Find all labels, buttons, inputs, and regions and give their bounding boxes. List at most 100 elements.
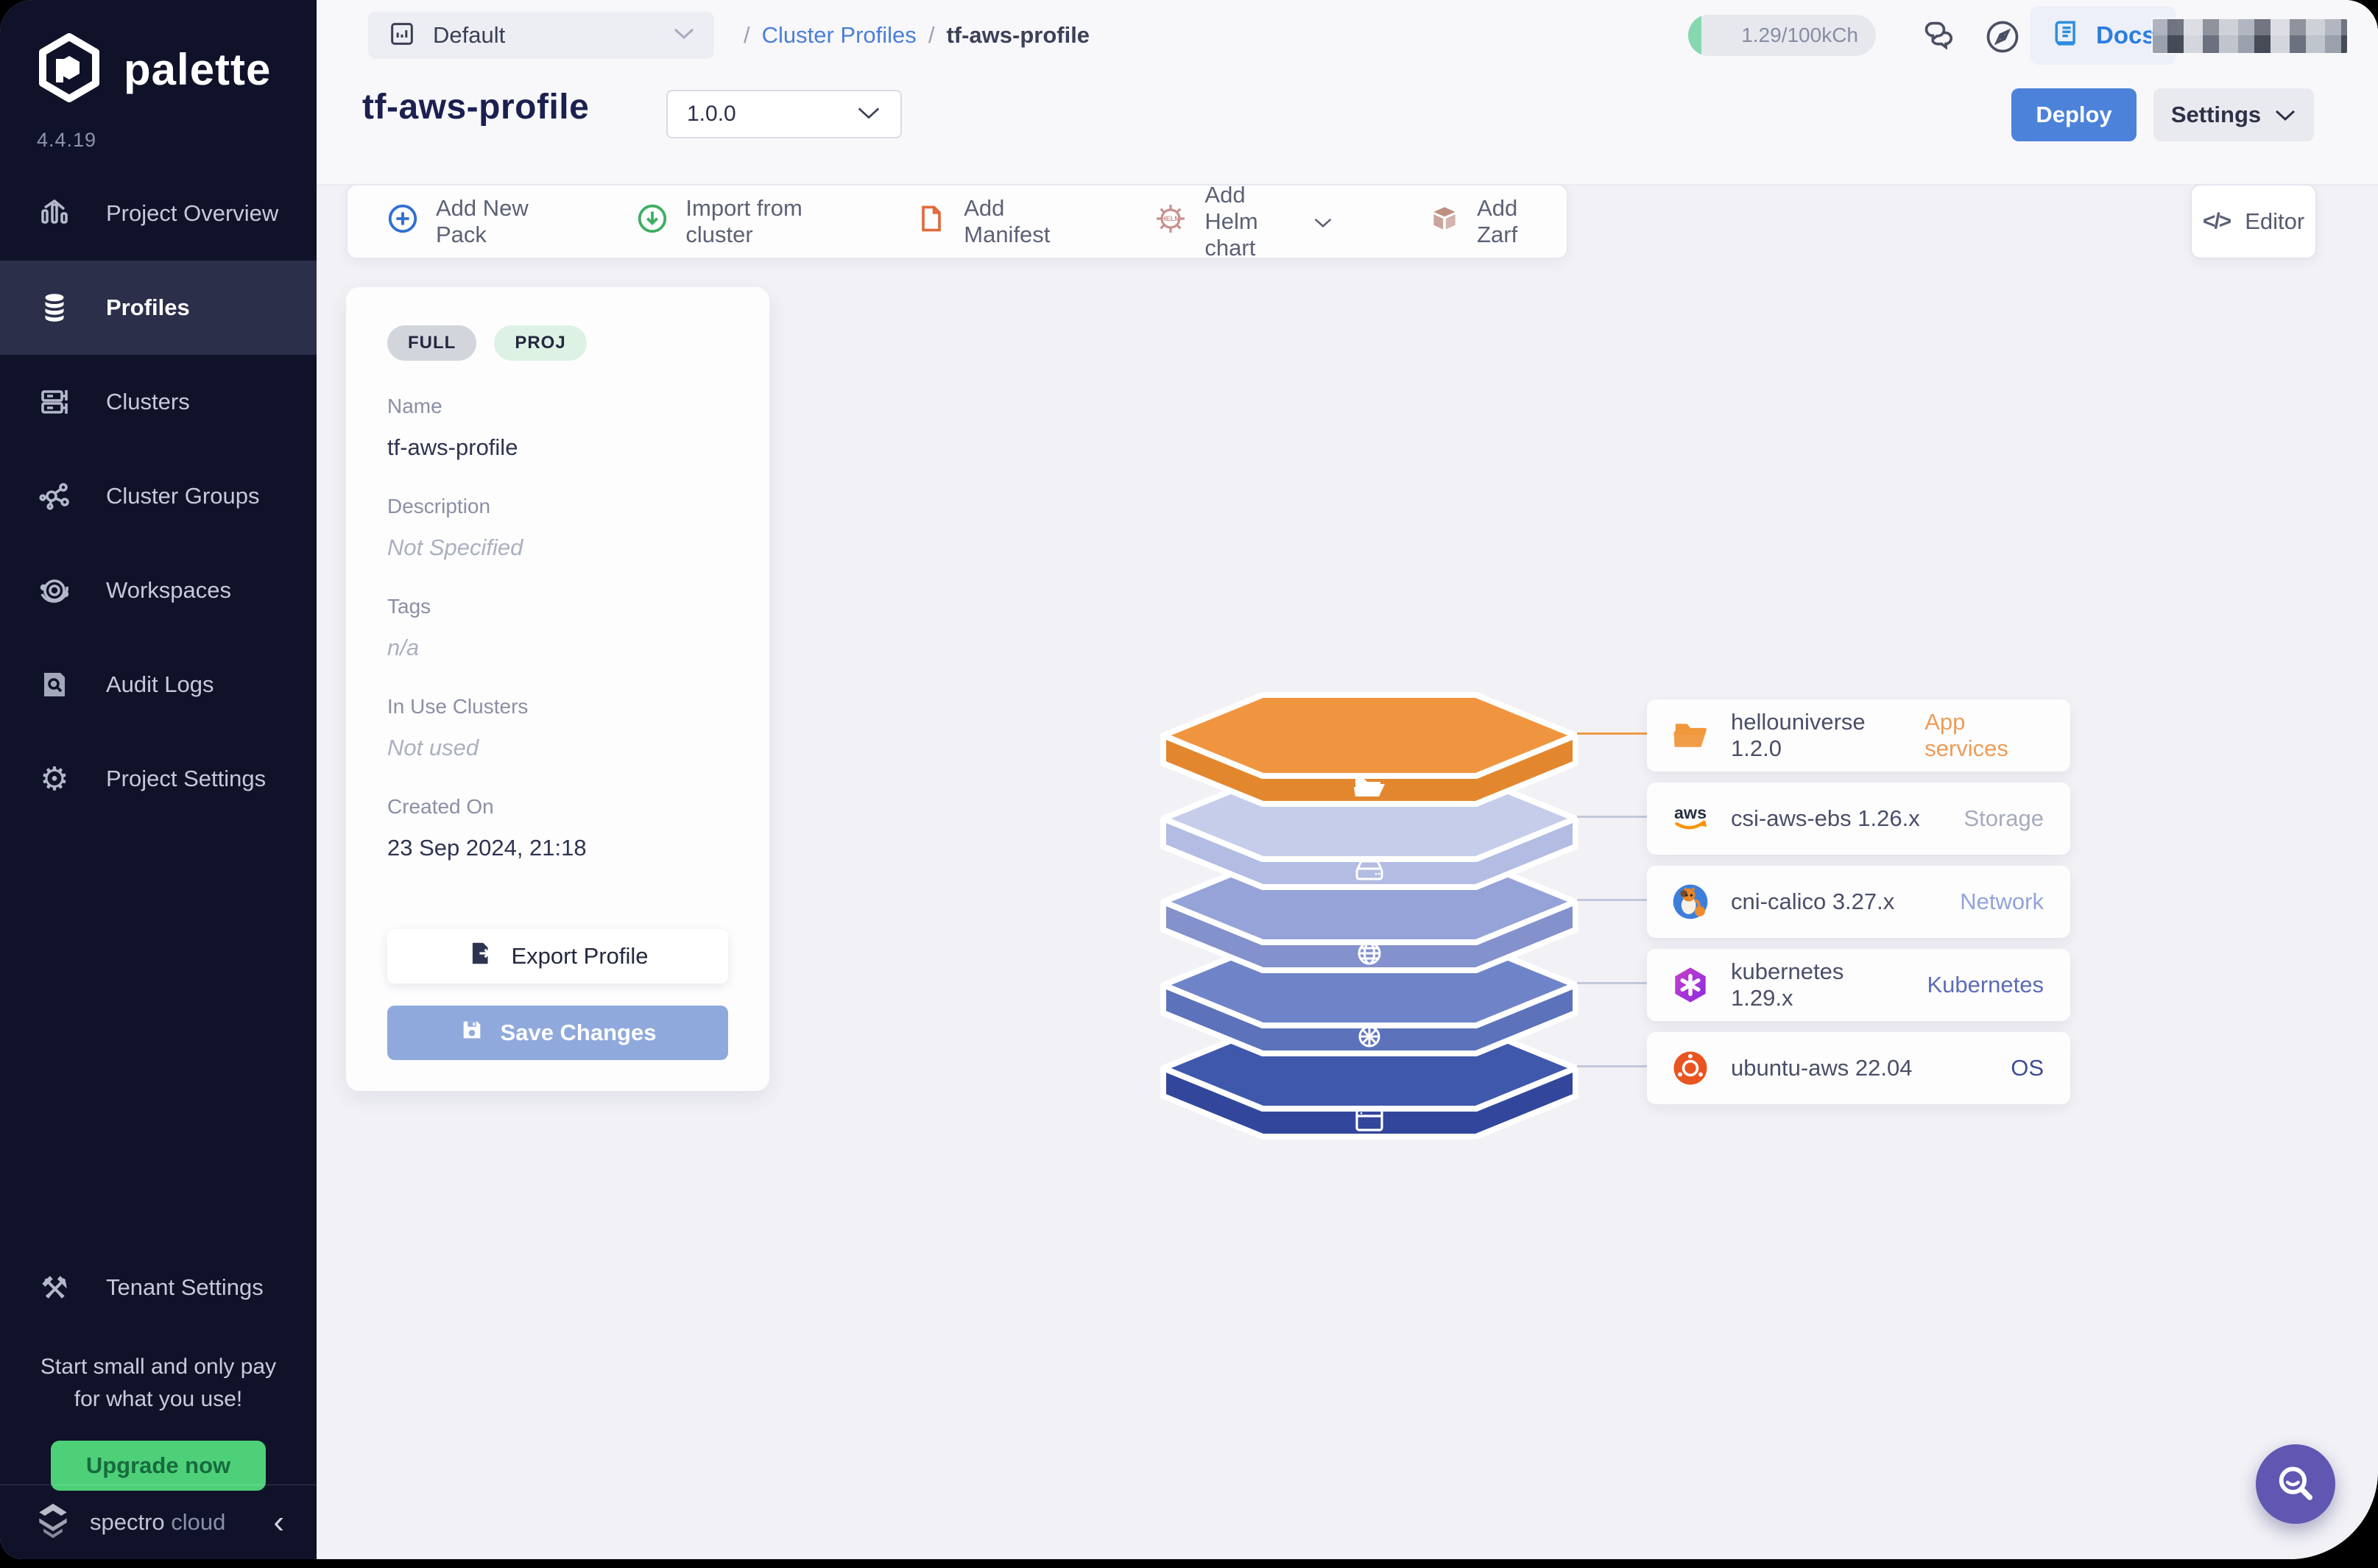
pack-row-ubuntu-aws[interactable]: ubuntu-aws 22.04 OS bbox=[1647, 1032, 2070, 1104]
chevron-down-icon bbox=[673, 27, 695, 44]
collapse-sidebar-icon[interactable]: ‹ bbox=[273, 1506, 284, 1539]
compass-tour-button[interactable] bbox=[1982, 16, 2023, 57]
export-profile-button[interactable]: Export Profile bbox=[387, 929, 728, 983]
sidebar-item-label: Cluster Groups bbox=[106, 483, 259, 509]
bar-chart-icon bbox=[35, 196, 74, 231]
brand-wordmark: palette bbox=[124, 44, 271, 95]
usage-quota-text: 1.29/100kCh bbox=[1741, 24, 1858, 47]
pack-type: OS bbox=[2011, 1055, 2044, 1081]
editor-toggle-button[interactable]: </> Editor bbox=[2190, 184, 2317, 259]
audit-doc-icon bbox=[35, 667, 74, 702]
field-value-in-use-clusters: Not used bbox=[387, 735, 728, 761]
breadcrumb-separator: / bbox=[744, 22, 750, 49]
calico-icon bbox=[1669, 880, 1712, 923]
promo-text-line1: Start small and only pay bbox=[0, 1351, 317, 1383]
breadcrumb-link-cluster-profiles[interactable]: Cluster Profiles bbox=[762, 22, 917, 49]
pack-type: App services bbox=[1924, 709, 2044, 762]
add-helm-chart-button[interactable]: HELM Add Helm chart bbox=[1153, 182, 1333, 261]
settings-button[interactable]: Settings bbox=[2153, 88, 2314, 141]
svg-text:aws: aws bbox=[1674, 803, 1707, 822]
spectro-cloud-logo-icon bbox=[32, 1500, 74, 1545]
field-value-description: Not Specified bbox=[387, 534, 728, 561]
field-value-created-on: 23 Sep 2024, 21:18 bbox=[387, 835, 728, 861]
pack-type: Storage bbox=[1964, 805, 2044, 832]
promo-text-line2: for what you use! bbox=[0, 1383, 317, 1416]
deploy-button[interactable]: Deploy bbox=[2011, 88, 2137, 141]
tools-icon: ⚒ bbox=[35, 1270, 74, 1306]
sidebar-item-project-overview[interactable]: Project Overview bbox=[0, 166, 317, 261]
profile-version-select[interactable]: 1.0.0 bbox=[666, 90, 902, 138]
pack-name: ubuntu-aws 22.04 bbox=[1731, 1055, 1912, 1081]
sidebar-footer: spectro cloud ‹ bbox=[0, 1484, 317, 1559]
sidebar-item-workspaces[interactable]: Workspaces bbox=[0, 543, 317, 638]
pack-row-csi-aws-ebs[interactable]: aws csi-aws-ebs 1.26.x Storage bbox=[1647, 783, 2070, 855]
footer-brand: spectro cloud bbox=[90, 1509, 225, 1536]
connector-network bbox=[1577, 899, 1657, 901]
pack-row-cni-calico[interactable]: cni-calico 3.27.x Network bbox=[1647, 866, 2070, 938]
project-icon bbox=[387, 19, 417, 52]
zarf-package-icon bbox=[1428, 202, 1461, 241]
sidebar-item-audit-logs[interactable]: Audit Logs bbox=[0, 638, 317, 732]
connector-kubernetes bbox=[1577, 982, 1657, 984]
gear-icon: ⚙ bbox=[35, 760, 74, 798]
svg-text:HELM: HELM bbox=[1161, 215, 1180, 222]
pack-row-hellouniverse[interactable]: hellouniverse 1.2.0 App services bbox=[1647, 699, 2070, 771]
folder-open-icon bbox=[1669, 714, 1712, 757]
breadcrumb-current: tf-aws-profile bbox=[946, 22, 1090, 49]
sidebar-item-profiles[interactable]: Profiles bbox=[0, 261, 317, 355]
sidebar-item-tenant-settings[interactable]: ⚒ Tenant Settings bbox=[0, 1240, 317, 1335]
chevron-down-icon bbox=[1313, 208, 1333, 235]
app-version: 4.4.19 bbox=[0, 107, 317, 152]
sidebar: palette 4.4.19 Project Overview Profiles bbox=[0, 0, 317, 1559]
sidebar-item-label: Profiles bbox=[106, 294, 190, 321]
field-label-name: Name bbox=[387, 395, 728, 418]
palette-app-window: palette 4.4.19 Project Overview Profiles bbox=[0, 0, 2378, 1559]
pack-list: hellouniverse 1.2.0 App services aws csi… bbox=[1647, 699, 2070, 1115]
add-new-pack-button[interactable]: Add New Pack bbox=[386, 195, 532, 248]
chevron-down-icon bbox=[856, 102, 881, 127]
kubernetes-wheel-icon bbox=[1360, 1027, 1379, 1046]
add-zarf-button[interactable]: Add Zarf bbox=[1428, 195, 1528, 248]
redacted-username[interactable] bbox=[2151, 18, 2349, 54]
sidebar-item-cluster-groups[interactable]: Cluster Groups bbox=[0, 449, 317, 543]
save-changes-button[interactable]: Save Changes bbox=[387, 1006, 728, 1060]
sidebar-item-project-settings[interactable]: ⚙ Project Settings bbox=[0, 732, 317, 826]
pack-name: cni-calico 3.27.x bbox=[1731, 889, 1894, 915]
field-value-name: tf-aws-profile bbox=[387, 434, 728, 461]
docs-label: Docs bbox=[2096, 21, 2156, 49]
nodes-icon bbox=[35, 478, 74, 514]
help-search-fab[interactable] bbox=[2256, 1444, 2335, 1524]
palette-logo: palette bbox=[0, 0, 317, 107]
project-selector-value: Default bbox=[433, 22, 505, 49]
sidebar-item-clusters[interactable]: Clusters bbox=[0, 355, 317, 449]
kubernetes-icon bbox=[1669, 964, 1712, 1006]
profile-info-card: FULL PROJ Nametf-aws-profile Description… bbox=[346, 287, 769, 1091]
profile-version-value: 1.0.0 bbox=[687, 102, 736, 127]
layers-icon bbox=[35, 289, 74, 326]
layer-app-services[interactable] bbox=[1163, 695, 1576, 804]
field-label-tags: Tags bbox=[387, 595, 728, 618]
pack-type: Kubernetes bbox=[1927, 972, 2044, 998]
palette-logo-icon bbox=[34, 32, 105, 107]
sidebar-tenant-section: ⚒ Tenant Settings bbox=[0, 1240, 317, 1335]
editor-label: Editor bbox=[2245, 208, 2304, 235]
field-value-tags: n/a bbox=[387, 635, 728, 661]
chevron-down-icon bbox=[2274, 102, 2296, 128]
add-manifest-button[interactable]: Add Manifest bbox=[915, 195, 1050, 248]
sidebar-nav: Project Overview Profiles Clusters Clust… bbox=[0, 166, 317, 826]
sidebar-item-label: Project Overview bbox=[106, 200, 278, 227]
connector-storage bbox=[1577, 816, 1657, 818]
main-area: Default / Cluster Profiles / tf-aws-prof… bbox=[317, 0, 2378, 1559]
upgrade-now-button[interactable]: Upgrade now bbox=[51, 1441, 266, 1491]
manifest-file-icon bbox=[915, 202, 948, 241]
field-label-created-on: Created On bbox=[387, 795, 728, 819]
feedback-chat-button[interactable] bbox=[1919, 16, 1960, 57]
field-label-description: Description bbox=[387, 495, 728, 518]
connector-os bbox=[1577, 1065, 1657, 1067]
pack-type: Network bbox=[1960, 889, 2044, 915]
pack-row-kubernetes[interactable]: kubernetes 1.29.x Kubernetes bbox=[1647, 949, 2070, 1021]
project-scope-selector[interactable]: Default bbox=[368, 12, 714, 59]
profile-layers-diagram bbox=[1134, 677, 1605, 1148]
import-from-cluster-button[interactable]: Import from cluster bbox=[635, 195, 812, 248]
breadcrumb: / Cluster Profiles / tf-aws-profile bbox=[744, 0, 1090, 71]
